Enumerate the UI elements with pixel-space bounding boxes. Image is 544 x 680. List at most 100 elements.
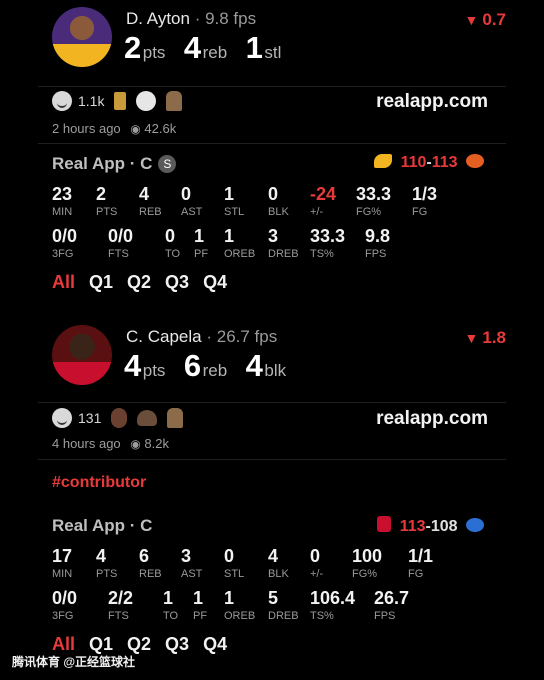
game-header[interactable]: Real App · C 113-108 [52,516,488,540]
game-score: 113-108 [373,516,488,536]
reaction-count: 131 [78,410,102,426]
skull-emoji-icon[interactable] [136,91,157,111]
score-away: 108 [430,518,458,535]
smile-emoji-icon[interactable] [52,91,72,111]
stat-value: 4 [124,348,141,383]
player-name[interactable]: D. Ayton [126,9,190,28]
suns-logo-icon [466,154,484,168]
stat-cell-value: 9.8 [365,226,391,246]
view-count: 42.6k [144,121,177,136]
stat-unit: reb [202,43,228,62]
stat-cell-label: FG [412,206,428,218]
stat-cell-label: FPS [374,610,396,622]
divider [38,143,506,144]
player-name[interactable]: C. Capela [126,327,202,346]
lakers-logo-icon [374,154,393,168]
tab-q2[interactable]: Q2 [127,272,151,293]
stat-cell-label: 3FG [52,610,74,622]
score-home: 113 [399,518,426,535]
post-time: 4 hours ago [52,436,121,451]
quarter-tabs: All Q1 Q2 Q3 Q4 [52,272,227,293]
stat-cell-value: 1/1 [408,546,434,566]
player-name-line: D. Ayton · 9.8 fps [126,9,257,28]
rating-value: 1.8 [482,328,506,347]
stat-cell-value: 33.3 [310,226,346,246]
reaction-bar[interactable]: 131 [52,408,184,428]
divider [38,86,506,87]
stat-cell-value: 100 [352,546,383,566]
starter-badge: S [158,155,177,173]
stat-cell-value: 2/2 [108,588,134,608]
site-link[interactable]: realapp.com [376,91,488,113]
player-avatar[interactable] [52,7,112,67]
stat-value: 6 [183,348,201,383]
player-avatar[interactable] [52,325,112,385]
stat-cell-label: TS% [310,610,334,622]
eye-icon: ◉ [130,122,141,136]
stat-cell-label: FG% [352,568,378,580]
rating-badge[interactable]: ▼ 1.8 [465,328,507,348]
stat-cell-label: TS% [310,248,334,260]
tab-q1[interactable]: Q1 [89,634,113,655]
game-title: Real App · C [52,154,153,173]
stat-unit: blk [264,361,287,380]
eye-icon: ◉ [130,437,141,451]
hashtag[interactable]: #contributor [52,474,146,492]
stat-cell-value: 26.7 [374,588,410,608]
player-fps: 26.7 fps [216,327,278,346]
watermark: 腾讯体育 @正经篮球社 [12,655,136,669]
stat-value: 4 [183,30,201,65]
tab-q3[interactable]: Q3 [165,272,189,293]
tab-q1[interactable]: Q1 [89,272,113,293]
tab-all[interactable]: All [52,634,75,655]
stat-value: 2 [124,30,141,65]
post-meta: 2 hours ago ◉ 42.6k [52,121,176,136]
rating-flag-icon: ▼ [464,12,479,28]
stat-cell-value: 106.4 [310,588,356,608]
person-emoji-icon[interactable] [167,408,184,428]
rating-badge[interactable]: ▼ 0.7 [465,10,507,30]
post-time: 2 hours ago [52,121,121,136]
tab-q4[interactable]: Q4 [203,272,227,293]
rockets-logo-icon [377,516,392,532]
score-home: 110 [400,154,427,171]
stat-cell-value: 1/3 [412,184,438,204]
divider [38,459,506,460]
stat-cell-value: 0/0 [108,226,134,246]
quarter-tabs: All Q1 Q2 Q3 Q4 [52,634,227,655]
stat-cell-label: FTS [108,248,129,260]
smile-emoji-icon[interactable] [52,408,72,428]
stat-unit: stl [264,43,282,62]
stat-line: 2 pts 4 reb 1 stl [124,30,295,66]
game-header[interactable]: Real App · C S 110-113 [52,154,488,178]
pray-emoji-icon[interactable] [137,410,158,426]
reaction-bar[interactable]: 1.1k [52,91,183,111]
score-away: 113 [431,154,458,171]
stat-unit: pts [142,361,166,380]
stat-cell-label: FTS [108,610,129,622]
tab-q2[interactable]: Q2 [127,634,151,655]
post-card-capela: C. Capela · 26.7 fps 4 pts 6 reb 4 blk ▼ 1.8… [38,318,507,654]
post-meta: 4 hours ago ◉ 8.2k [52,436,169,451]
tab-q3[interactable]: Q3 [165,634,189,655]
stat-value: 4 [245,348,263,383]
game-score: 110-113 [370,154,488,172]
stat-cell-value: 33.3 [356,184,392,204]
tab-q4[interactable]: Q4 [203,634,227,655]
tab-all[interactable]: All [52,272,75,293]
rating-value: 0.7 [482,10,506,29]
magic-logo-icon [466,518,484,532]
view-count: 8.2k [144,436,169,451]
site-link[interactable]: realapp.com [376,408,488,430]
stat-line: 4 pts 6 reb 4 blk [124,348,300,384]
stat-unit: reb [202,361,228,380]
stat-cell-label: FPS [365,248,387,260]
face-emoji-icon[interactable] [111,408,128,428]
stat-value: 1 [245,30,263,65]
divider [38,402,506,403]
drink-emoji-icon[interactable] [114,92,127,110]
player-name-line: C. Capela · 26.7 fps [126,327,278,346]
game-title: Real App · C [52,516,153,535]
stat-cell-label: FG [408,568,424,580]
person-emoji-icon[interactable] [166,91,183,111]
